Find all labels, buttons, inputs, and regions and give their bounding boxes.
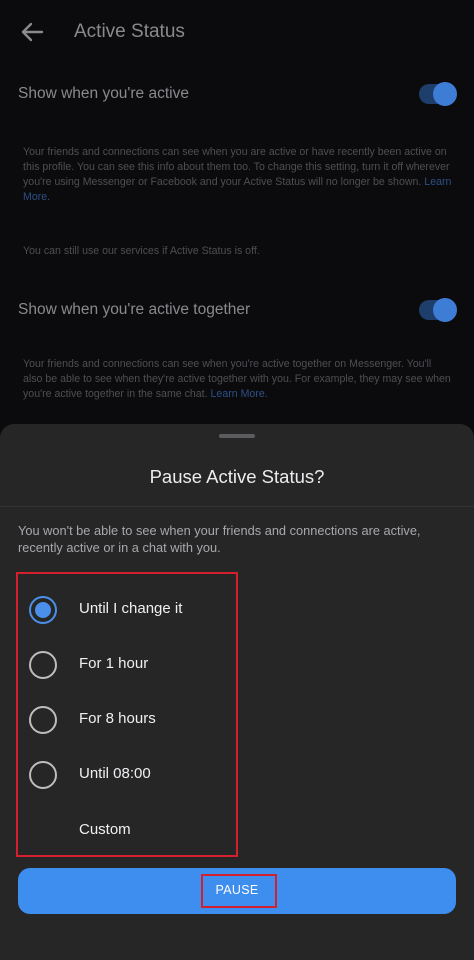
setting-label: Show when you're active (18, 85, 189, 102)
description-text: Your friends and connections can see whe… (23, 146, 450, 188)
sheet-description: You won't be able to see when your frien… (18, 523, 421, 555)
toggle-knob (433, 82, 457, 106)
screen: Active Status Show when you're active Yo… (0, 0, 474, 960)
radio-unselected-icon[interactable] (29, 706, 57, 734)
option-label: For 8 hours (79, 710, 156, 727)
duration-options-highlight: Until I change it For 1 hour For 8 hours… (16, 572, 238, 857)
back-button[interactable] (14, 16, 50, 48)
arrow-left-icon (21, 22, 44, 42)
setting-show-together[interactable]: Show when you're active together (0, 290, 474, 330)
pause-bottom-sheet: Pause Active Status? You won't be able t… (0, 424, 474, 960)
page-title: Active Status (74, 21, 185, 42)
show-together-toggle[interactable] (419, 298, 457, 322)
option-label: Until I change it (79, 600, 183, 617)
show-together-description: Your friends and connections can see whe… (23, 357, 453, 402)
pause-button-label: PAUSE (215, 883, 259, 897)
setting-label: Show when you're active together (18, 301, 251, 318)
option-label: Custom (79, 821, 131, 838)
show-active-description: Your friends and connections can see whe… (23, 145, 453, 205)
services-note: You can still use our services if Active… (23, 245, 260, 257)
radio-selected-icon[interactable] (29, 596, 57, 624)
show-active-toggle[interactable] (419, 82, 457, 106)
option-until-i-change-it[interactable]: Until I change it (18, 585, 236, 635)
pause-button[interactable]: PAUSE (18, 868, 456, 914)
divider (0, 506, 474, 507)
top-app-bar: Active Status (0, 0, 474, 64)
option-label: For 1 hour (79, 655, 149, 672)
learn-more-link[interactable]: Learn More. (211, 388, 268, 400)
option-label: Until 08:00 (79, 765, 151, 782)
drag-handle[interactable] (219, 434, 255, 438)
radio-unselected-icon[interactable] (29, 761, 57, 789)
radio-unselected-icon[interactable] (29, 651, 57, 679)
setting-show-active[interactable]: Show when you're active (0, 74, 474, 114)
option-for-1-hour[interactable]: For 1 hour (18, 640, 236, 690)
option-custom[interactable]: Custom (18, 806, 236, 856)
toggle-knob (433, 298, 457, 322)
sheet-title: Pause Active Status? (149, 466, 325, 487)
option-until-0800[interactable]: Until 08:00 (18, 750, 236, 800)
option-for-8-hours[interactable]: For 8 hours (18, 695, 236, 745)
